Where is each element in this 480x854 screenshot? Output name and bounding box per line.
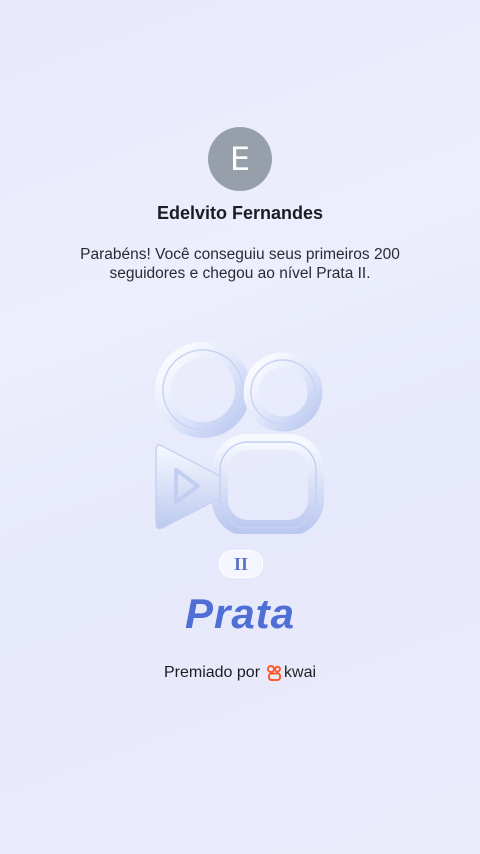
awarded-by-label: Premiado por — [163, 664, 261, 681]
avatar-letter: E — [229, 140, 251, 178]
kwai-brand-text: kwai — [284, 664, 317, 681]
kwai-camera-logo-icon — [155, 342, 324, 534]
awarded-by: Premiado por kwai — [0, 664, 480, 682]
avatar: E — [208, 127, 272, 191]
congrats-message: Parabéns! Você conseguiu seus primeiros … — [80, 246, 400, 282]
kwai-logo: kwai — [266, 664, 316, 682]
tier-badge: II — [219, 550, 263, 578]
level-title: Prata — [184, 590, 296, 637]
kwai-logo-icon — [267, 665, 282, 681]
user-name: Edelvito Fernandes — [156, 203, 324, 223]
